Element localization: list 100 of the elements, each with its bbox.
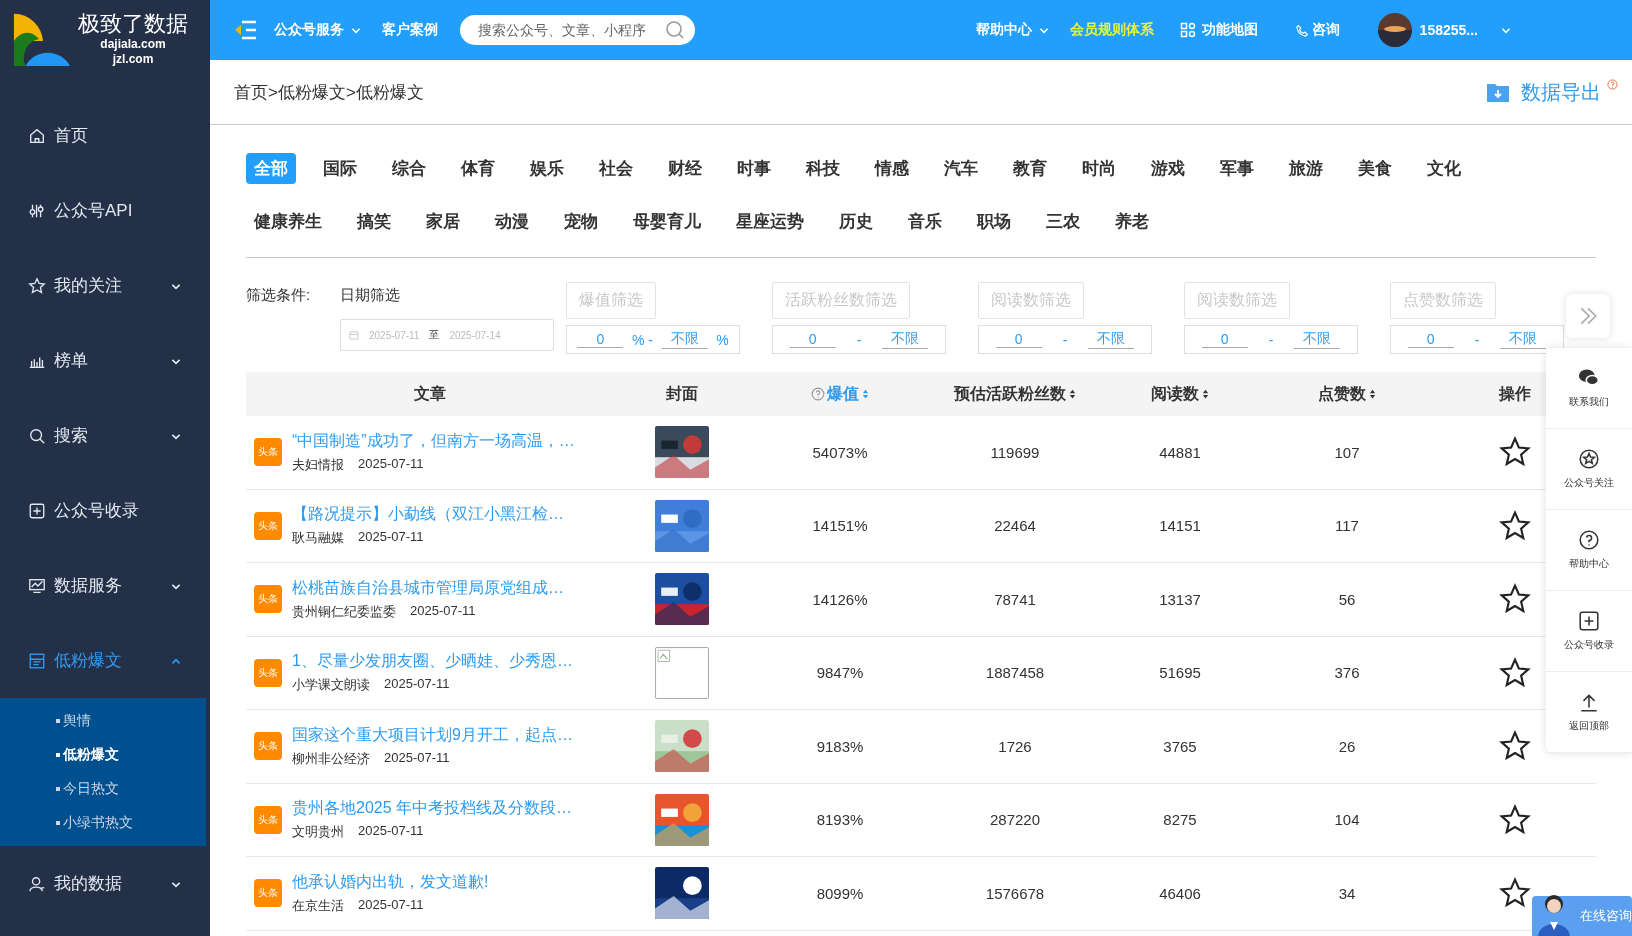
fans-count: 1576678 bbox=[985, 884, 1045, 902]
sidebar-item[interactable]: 数据服务 bbox=[0, 548, 210, 623]
submenu-item[interactable]: 低粉爆文 bbox=[0, 738, 206, 772]
submenu-item[interactable]: 今日热文 bbox=[0, 772, 206, 806]
fans-count: 78741 bbox=[994, 590, 1036, 608]
category-tab[interactable]: 音乐 bbox=[900, 206, 950, 237]
category-tab[interactable]: 家居 bbox=[418, 206, 468, 237]
search-icon[interactable] bbox=[665, 20, 685, 40]
sidebar-item[interactable]: 榜单 bbox=[0, 323, 210, 398]
category-tab[interactable]: 搞笑 bbox=[349, 206, 399, 237]
fans-count: 287220 bbox=[989, 811, 1041, 829]
like-count: 376 bbox=[1334, 664, 1360, 682]
fans-count: 22464 bbox=[994, 517, 1036, 535]
account-name: 耿马融媒 bbox=[292, 529, 344, 548]
star-icon[interactable] bbox=[1499, 730, 1531, 763]
column-header: 操作 bbox=[1499, 383, 1531, 404]
fans-count: 1726 bbox=[998, 737, 1032, 755]
account-name: 在京生活 bbox=[292, 896, 344, 915]
star-icon[interactable] bbox=[1499, 509, 1531, 542]
sidebar-item[interactable]: 搜索 bbox=[0, 398, 210, 473]
category-tab[interactable]: 汽车 bbox=[936, 153, 986, 184]
toolbar-item[interactable]: 公众号收录 bbox=[1546, 591, 1632, 672]
category-tab[interactable]: 财经 bbox=[660, 153, 710, 184]
star-icon[interactable] bbox=[1499, 436, 1531, 469]
category-tab[interactable]: 文化 bbox=[1419, 153, 1469, 184]
category-tab[interactable]: 娱乐 bbox=[522, 153, 572, 184]
category-tab[interactable]: 游戏 bbox=[1143, 153, 1193, 184]
category-tab[interactable]: 时事 bbox=[729, 153, 779, 184]
category-tab[interactable]: 养老 bbox=[1107, 206, 1157, 237]
burst-value: 9183% bbox=[816, 737, 864, 755]
category-tab[interactable]: 社会 bbox=[591, 153, 641, 184]
category-tab[interactable]: 动漫 bbox=[487, 206, 537, 237]
submenu-item[interactable]: 舆情 bbox=[0, 704, 206, 738]
menu-icon[interactable] bbox=[234, 19, 258, 41]
sidebar-item[interactable]: 我的数据 bbox=[0, 846, 210, 921]
sidebar-item[interactable]: 公众号收录 bbox=[0, 473, 210, 548]
toolbar-item[interactable]: 返回顶部 bbox=[1546, 672, 1632, 753]
like-count: 56 bbox=[1338, 590, 1356, 608]
category-tab[interactable]: 美食 bbox=[1350, 153, 1400, 184]
star-icon[interactable] bbox=[1499, 656, 1531, 689]
category-tab[interactable]: 母婴育儿 bbox=[625, 206, 709, 237]
toolbar-item[interactable]: 帮助中心 bbox=[1546, 510, 1632, 591]
account-name: 柳州非公经济 bbox=[292, 749, 370, 768]
sidebar-item[interactable]: 公众号API bbox=[0, 173, 210, 248]
help-icon bbox=[1607, 78, 1618, 90]
folder-download-icon[interactable] bbox=[1487, 81, 1509, 102]
publish-date: 2025-07-11 bbox=[358, 455, 424, 473]
doc-icon bbox=[28, 651, 46, 670]
sort-icon[interactable] bbox=[1369, 388, 1376, 400]
account-name: 文明贵州 bbox=[292, 823, 344, 842]
star-icon[interactable] bbox=[1499, 583, 1531, 616]
category-tab[interactable]: 国际 bbox=[315, 153, 365, 184]
submenu-item[interactable]: 小绿书热文 bbox=[0, 806, 206, 840]
publish-date: 2025-07-11 bbox=[384, 676, 450, 694]
sidebar-item[interactable]: 首页 bbox=[0, 98, 210, 173]
category-tab[interactable]: 时尚 bbox=[1074, 153, 1124, 184]
home-icon bbox=[28, 126, 46, 145]
date-range-field[interactable]: 2025-07-11 至 2025-07-14 bbox=[340, 319, 554, 351]
sort-icon[interactable] bbox=[1069, 388, 1076, 400]
category-tab[interactable]: 职场 bbox=[969, 206, 1019, 237]
account-name: 贵州铜仁纪委监委 bbox=[292, 602, 396, 621]
source-badge: 头条 bbox=[254, 585, 282, 614]
like-count: 107 bbox=[1334, 443, 1360, 461]
toolbar-item[interactable]: 公众号关注 bbox=[1546, 429, 1632, 510]
filter-label: 筛选条件: bbox=[246, 286, 311, 303]
sidebar-item[interactable]: 我的关注 bbox=[0, 248, 210, 323]
publish-date: 2025-07-11 bbox=[410, 602, 476, 620]
publish-date: 2025-07-11 bbox=[358, 896, 424, 914]
category-tab[interactable]: 三农 bbox=[1038, 206, 1088, 237]
column-header[interactable]: 点赞数 bbox=[1318, 383, 1366, 405]
category-tab[interactable]: 科技 bbox=[798, 153, 848, 184]
category-tab[interactable]: 综合 bbox=[384, 153, 434, 184]
search-field[interactable]: 搜索公众号、文章、小程序 bbox=[460, 15, 695, 45]
star-icon[interactable] bbox=[1499, 877, 1531, 910]
category-tab[interactable]: 健康养生 bbox=[246, 206, 330, 237]
column-header: 文章 bbox=[414, 383, 446, 404]
broken-image-icon bbox=[655, 646, 709, 699]
burst-value: 14151% bbox=[812, 517, 868, 535]
toolbar-item[interactable]: 联系我们 bbox=[1546, 348, 1632, 429]
column-header: 封面 bbox=[666, 383, 698, 404]
column-header[interactable]: 预估活跃粉丝数 bbox=[954, 383, 1066, 405]
account-name: 小学课文朗读 bbox=[292, 676, 370, 695]
sidebar-item[interactable]: 低粉爆文 bbox=[0, 623, 210, 698]
category-tab[interactable]: 宠物 bbox=[556, 206, 606, 237]
category-tab[interactable]: 旅游 bbox=[1281, 153, 1331, 184]
read-count: 8275 bbox=[1163, 811, 1197, 829]
category-tab[interactable]: 情感 bbox=[867, 153, 917, 184]
category-tab[interactable]: 历史 bbox=[831, 206, 881, 237]
fans-count: 119699 bbox=[990, 443, 1040, 461]
burst-value: 14126% bbox=[812, 590, 868, 608]
category-tab[interactable]: 教育 bbox=[1005, 153, 1055, 184]
avatar[interactable] bbox=[1377, 13, 1412, 47]
category-tab[interactable]: 星座运势 bbox=[728, 206, 812, 237]
logo-domain: jzl.com bbox=[112, 52, 154, 67]
star-icon[interactable] bbox=[1499, 803, 1531, 836]
logo-icon bbox=[12, 11, 70, 67]
category-tab[interactable]: 军事 bbox=[1212, 153, 1262, 184]
column-header[interactable]: 阅读数 bbox=[1151, 383, 1199, 405]
category-tab[interactable]: 体育 bbox=[453, 153, 503, 184]
sort-icon[interactable] bbox=[1202, 388, 1209, 400]
